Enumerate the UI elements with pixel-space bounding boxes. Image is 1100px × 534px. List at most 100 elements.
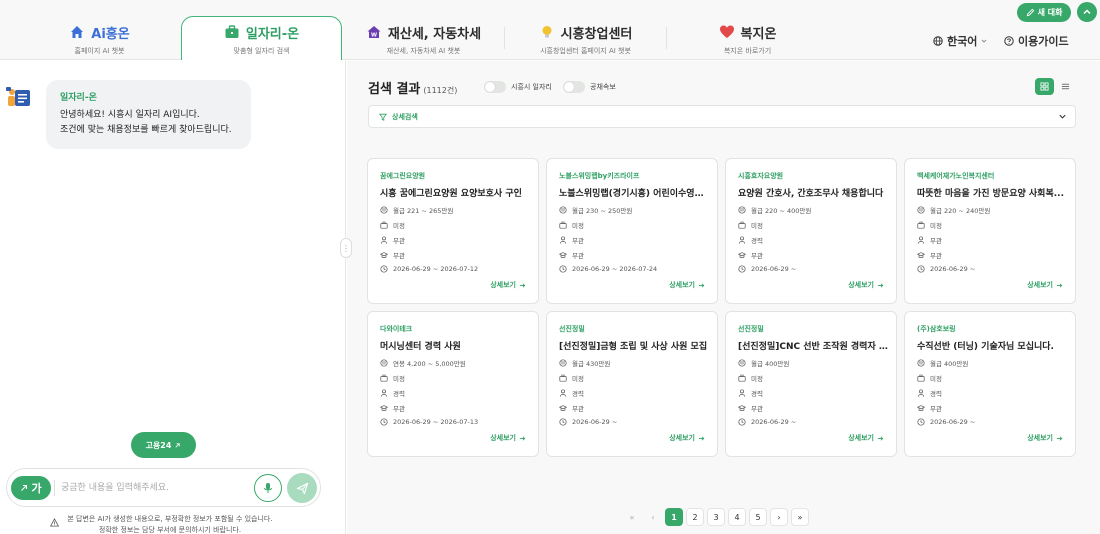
list-view-button[interactable] xyxy=(1056,78,1075,95)
job-title: 요양원 간호사, 간호조무사 채용합니다 xyxy=(738,189,884,199)
detail-view-label: 상세보기 xyxy=(1027,281,1053,289)
job-education-row: 경력 xyxy=(738,388,763,398)
tab-property-tax[interactable]: W 재산세, 자동차세 재산세, 자동차세 AI 챗봇 xyxy=(343,17,504,60)
briefcase-icon xyxy=(380,221,388,229)
tab-welfare-on[interactable]: 복지온 복지온 바로가기 xyxy=(667,17,828,60)
top-tab-bar: Ai흥온 홈페이지 AI 챗봇 일자리-온 맞춤형 일자리 검색 W 재산세, … xyxy=(0,0,1100,60)
job-salary-row: W 월급 221 ~ 265만원 xyxy=(380,205,453,215)
job-salary: 월급 430만원 xyxy=(572,360,611,368)
grid-view-button[interactable] xyxy=(1035,78,1054,95)
collapse-up-button[interactable] xyxy=(1077,2,1097,22)
last-page-button[interactable]: » xyxy=(791,508,809,526)
coin-icon: W xyxy=(917,206,925,214)
heart-icon xyxy=(719,25,734,38)
page-button-5[interactable]: 5 xyxy=(749,508,767,526)
graduation-cap-icon xyxy=(917,405,925,411)
detail-view-label: 상세보기 xyxy=(848,281,874,289)
job-title: [선진정밀]금형 조립 및 사상 사원 모집 xyxy=(559,342,708,352)
chat-input[interactable] xyxy=(61,479,246,497)
toggle-switch[interactable] xyxy=(484,81,506,93)
page-button-2[interactable]: 2 xyxy=(686,508,704,526)
tab-title: 일자리-온 xyxy=(245,26,300,42)
arrow-right-icon xyxy=(1056,282,1063,288)
detail-view-link[interactable]: 상세보기 xyxy=(1027,280,1063,290)
goyong24-link-button[interactable]: 고용24 xyxy=(131,432,196,458)
prev-page-button[interactable]: ‹ xyxy=(644,508,662,526)
guide-button[interactable]: 이용가이드 xyxy=(1004,33,1069,49)
job-edu2-row: 무관 xyxy=(559,250,584,260)
page-button-1[interactable]: 1 xyxy=(665,508,683,526)
tab-ai-heungon[interactable]: Ai흥온 홈페이지 AI 챗봇 xyxy=(19,17,180,60)
goyong24-label: 고용24 xyxy=(145,440,172,450)
detail-view-label: 상세보기 xyxy=(669,281,695,289)
job-card[interactable]: 노블스위밍랩by키즈라이프 노블스위밍랩(경기시흥) 어린이수영장 ... W 월급 … xyxy=(546,158,718,304)
detail-view-link[interactable]: 상세보기 xyxy=(669,433,705,443)
send-icon xyxy=(296,482,308,494)
job-period: 2026-06-29 ~ xyxy=(930,265,976,273)
job-title: 시흥 꿈에그린요양원 요양보호사 구인 xyxy=(380,189,522,199)
globe-icon xyxy=(933,36,943,46)
clock-icon xyxy=(738,418,746,426)
person-icon xyxy=(917,389,925,397)
job-salary-row: W 월급 400만원 xyxy=(917,358,968,368)
detail-view-link[interactable]: 상세보기 xyxy=(848,280,884,290)
bot-avatar-icon xyxy=(6,87,30,106)
send-button[interactable] xyxy=(287,473,317,503)
chevron-down-icon xyxy=(982,39,987,43)
person-icon xyxy=(917,236,925,244)
job-career-row: 미정 xyxy=(380,373,405,383)
job-company: 선진정밀 xyxy=(559,325,585,333)
job-career: 미정 xyxy=(930,375,942,383)
toggle-siheung-jobs[interactable]: 시흥시 일자리 xyxy=(484,81,552,93)
job-card[interactable]: 시흥효자요양원 요양원 간호사, 간호조무사 채용합니다 W 월급 220 ~ 400… xyxy=(725,158,897,304)
job-card[interactable]: 꿈에그린요양원 시흥 꿈에그린요양원 요양보호사 구인 W 월급 221 ~ 265만… xyxy=(367,158,539,304)
detail-view-link[interactable]: 상세보기 xyxy=(490,433,526,443)
graduation-cap-icon xyxy=(917,252,925,258)
pencil-icon xyxy=(1026,8,1034,17)
panel-resize-handle[interactable]: ⋮ xyxy=(340,238,352,258)
job-salary: 월급 220 ~ 240만원 xyxy=(930,207,991,215)
language-select[interactable]: 한국어 xyxy=(933,33,987,49)
job-edu2-row: 무관 xyxy=(380,403,405,413)
detail-view-link[interactable]: 상세보기 xyxy=(669,280,705,290)
job-card[interactable]: 선진정밀 [선진정밀]금형 조립 및 사상 사원 모집 W 월급 430만원 미정 경력 무… xyxy=(546,311,718,457)
briefcase-icon xyxy=(917,374,925,382)
page-button-3[interactable]: 3 xyxy=(707,508,725,526)
clock-icon xyxy=(559,418,567,426)
detail-view-link[interactable]: 상세보기 xyxy=(848,433,884,443)
toggle-public-recruit[interactable]: 공채속보 xyxy=(563,81,616,93)
job-education: 경력 xyxy=(393,390,405,398)
detail-view-link[interactable]: 상세보기 xyxy=(1027,433,1063,443)
job-edu2: 무관 xyxy=(393,405,405,413)
toggle-switch[interactable] xyxy=(563,81,585,93)
mic-button[interactable] xyxy=(254,474,282,502)
font-size-button[interactable]: 가 xyxy=(11,476,51,500)
first-page-button[interactable]: « xyxy=(623,508,641,526)
job-card[interactable]: 선진정밀 [선진정밀]CNC 선반 조작원 경력자 ... W 월급 400만원 미정 경… xyxy=(725,311,897,457)
job-card[interactable]: 백세케어재가노인복지센터 따뜻한 마음을 가진 방문요양 사회복... W 월급 22… xyxy=(904,158,1076,304)
page-button-4[interactable]: 4 xyxy=(728,508,746,526)
job-card[interactable]: 다와이테크 머시닝센터 경력 사원 W 연봉 4,200 ~ 5,000만원 미정 경력 무… xyxy=(367,311,539,457)
clock-icon xyxy=(738,265,746,273)
detail-view-link[interactable]: 상세보기 xyxy=(490,280,526,290)
tab-title: Ai흥온 xyxy=(91,26,130,42)
job-company: 다와이테크 xyxy=(380,325,413,333)
job-education-row: 경력 xyxy=(380,388,405,398)
tab-startup-center[interactable]: 시흥창업센터 시흥창업센터 홈페이지 AI 챗봇 xyxy=(505,17,666,60)
job-career-row: 미정 xyxy=(559,220,584,230)
job-edu2-row: 무관 xyxy=(738,250,763,260)
job-title: [선진정밀]CNC 선반 조작원 경력자 ... xyxy=(738,342,888,352)
detail-search-bar[interactable]: 상세검색 xyxy=(368,105,1076,128)
job-career-row: 미정 xyxy=(917,373,942,383)
svg-text:W: W xyxy=(382,361,386,366)
job-card[interactable]: (주)삼호보링 수직선반 (터닝) 기술자님 모십니다. W 월급 400만원 미정 경력… xyxy=(904,311,1076,457)
job-edu2-row: 무관 xyxy=(738,403,763,413)
new-chat-button[interactable]: 새 대화 xyxy=(1017,3,1071,22)
next-page-button[interactable]: › xyxy=(770,508,788,526)
briefcase-icon xyxy=(225,25,239,38)
job-company: 선진정밀 xyxy=(738,325,764,333)
font-size-label: 가 xyxy=(31,482,42,495)
house-icon xyxy=(71,26,84,38)
tab-jobs-on[interactable]: 일자리-온 맞춤형 일자리 검색 xyxy=(181,16,342,60)
results-heading: 검색 결과 (1112건) xyxy=(368,78,457,97)
